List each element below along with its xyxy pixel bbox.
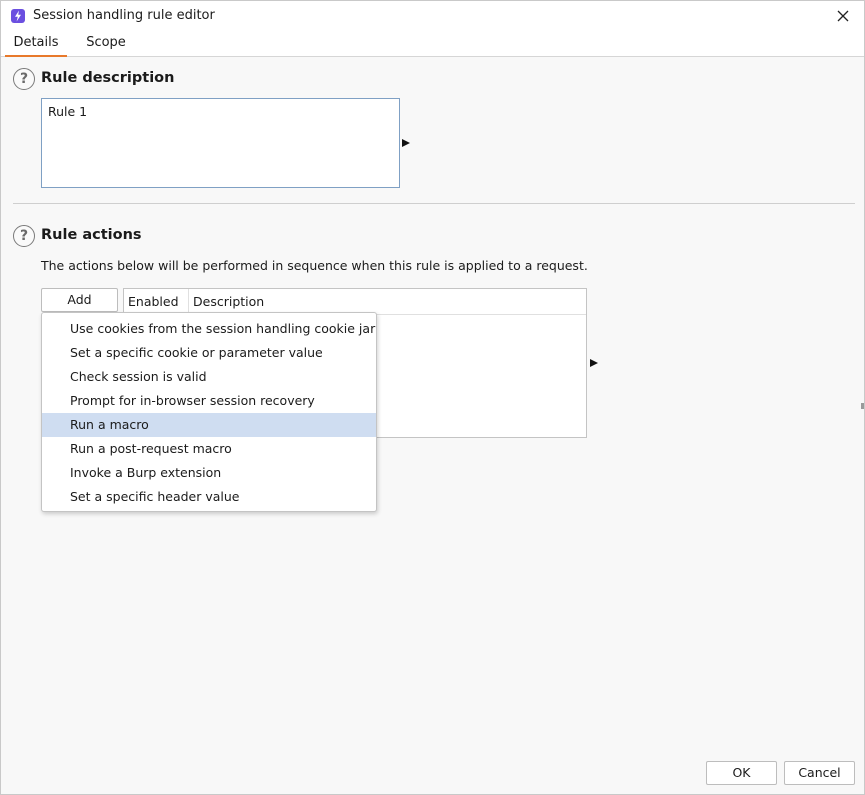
resize-edge-marker	[861, 403, 864, 409]
menu-item-run-macro[interactable]: Run a macro	[42, 413, 376, 437]
add-action-menu: Use cookies from the session handling co…	[41, 312, 377, 512]
close-button[interactable]	[829, 5, 857, 27]
window-title: Session handling rule editor	[33, 8, 215, 23]
rule-description-heading: Rule description	[41, 70, 175, 86]
tab-scope[interactable]: Scope	[79, 32, 133, 57]
rule-actions-help-icon[interactable]: ?	[13, 225, 35, 247]
title-bar: Session handling rule editor	[1, 1, 864, 32]
session-handling-rule-editor-window: Session handling rule editor Details Sco…	[0, 0, 865, 795]
lightning-icon	[11, 9, 25, 23]
rule-actions-heading: Rule actions	[41, 227, 142, 243]
expand-arrow-icon[interactable]	[590, 359, 598, 367]
menu-item-invoke-extension[interactable]: Invoke a Burp extension	[42, 461, 376, 485]
add-action-button[interactable]: Add	[41, 288, 118, 312]
menu-item-run-post-request-macro[interactable]: Run a post-request macro	[42, 437, 376, 461]
rule-description-help-icon[interactable]: ?	[13, 68, 35, 90]
section-divider	[13, 203, 855, 204]
menu-item-set-header[interactable]: Set a specific header value	[42, 485, 376, 509]
expand-arrow-icon[interactable]	[402, 139, 410, 147]
rule-description-input[interactable]: Rule 1	[41, 98, 400, 188]
menu-item-use-cookies[interactable]: Use cookies from the session handling co…	[42, 317, 376, 341]
menu-item-check-session[interactable]: Check session is valid	[42, 365, 376, 389]
menu-item-prompt-recovery[interactable]: Prompt for in-browser session recovery	[42, 389, 376, 413]
ok-button[interactable]: OK	[706, 761, 777, 785]
menu-item-set-cookie-parameter[interactable]: Set a specific cookie or parameter value	[42, 341, 376, 365]
rule-actions-info: The actions below will be performed in s…	[41, 258, 588, 273]
close-icon	[837, 10, 849, 22]
tab-bar: Details Scope	[1, 32, 864, 57]
cancel-button[interactable]: Cancel	[784, 761, 855, 785]
tab-details[interactable]: Details	[5, 32, 67, 57]
